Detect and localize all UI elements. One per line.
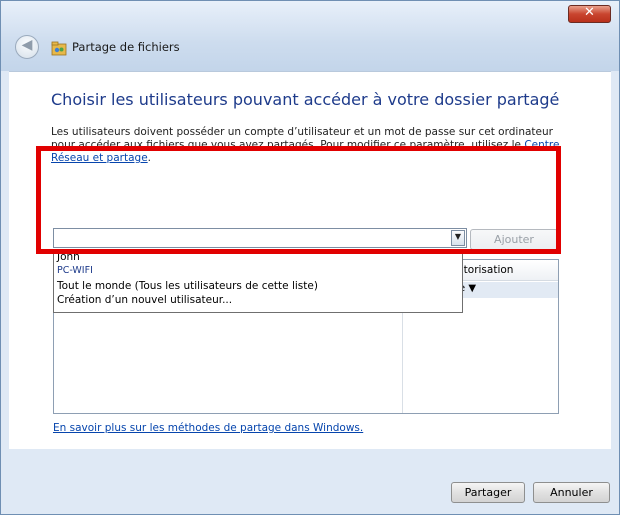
cancel-button[interactable]: Annuler <box>533 482 610 503</box>
description-body: Les utilisateurs doivent posséder un com… <box>51 126 553 151</box>
add-button[interactable]: Ajouter <box>470 229 558 250</box>
window-title: Partage de fichiers <box>72 40 180 54</box>
dropdown-item-john[interactable]: John <box>57 251 80 263</box>
column-header-label: utorisation <box>457 264 514 276</box>
description-end: . <box>147 152 151 164</box>
dropdown-item-create-user[interactable]: Création d’un nouvel utilisateur... <box>57 294 232 306</box>
file-sharing-icon <box>51 41 67 56</box>
share-button[interactable]: Partager <box>451 482 525 503</box>
page-heading: Choisir les utilisateurs pouvant accéder… <box>51 90 560 109</box>
user-dropdown-list[interactable]: John PC-WIFI Tout le monde (Tous les uti… <box>53 249 463 313</box>
content-area: Choisir les utilisateurs pouvant accéder… <box>9 71 611 449</box>
title-bar: ✕ ◀ Partage de fichiers <box>1 1 619 71</box>
chevron-down-icon: ▼ <box>454 232 462 241</box>
combobox-dropdown-button[interactable]: ▼ <box>451 230 465 246</box>
close-icon: ✕ <box>584 5 595 20</box>
description-text: Les utilisateurs doivent posséder un com… <box>51 126 576 165</box>
dropdown-item-pc-wifi[interactable]: PC-WIFI <box>57 265 93 276</box>
back-arrow-icon: ◀ <box>21 37 33 53</box>
back-button[interactable]: ◀ <box>15 35 39 59</box>
learn-more-link[interactable]: En savoir plus sur les méthodes de parta… <box>53 422 363 434</box>
close-button[interactable]: ✕ <box>568 5 611 23</box>
file-sharing-window: ✕ ◀ Partage de fichiers Choisir les util… <box>0 0 620 515</box>
dropdown-item-everyone[interactable]: Tout le monde (Tous les utilisateurs de … <box>57 280 318 292</box>
user-name-input[interactable] <box>56 230 441 246</box>
user-combobox[interactable]: ▼ <box>53 228 467 248</box>
